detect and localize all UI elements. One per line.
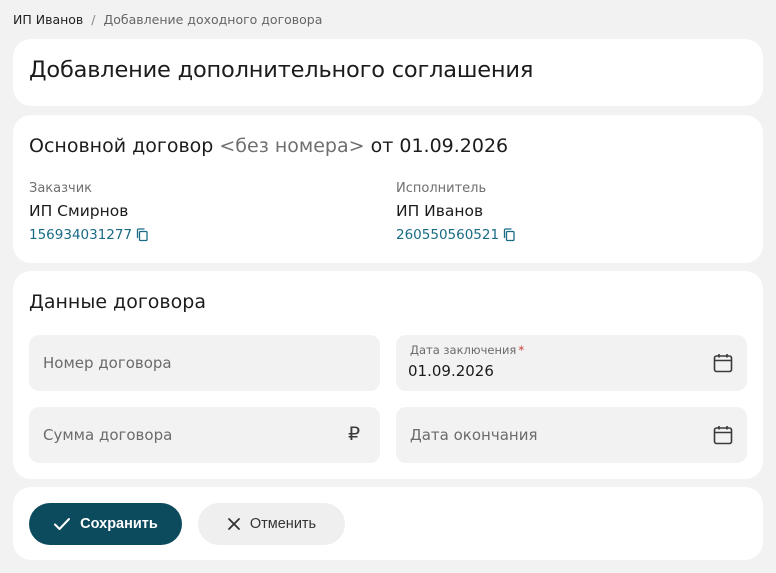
end-date-placeholder: Дата окончания [410, 426, 538, 444]
section-title: Данные договора [29, 291, 206, 313]
breadcrumb-separator: / [91, 12, 96, 27]
customer-inn[interactable]: 156934031277 [29, 227, 132, 243]
executor-inn-link[interactable]: 260550560521 [396, 227, 696, 243]
contract-number-placeholder: Номер договора [43, 354, 172, 372]
executor-inn[interactable]: 260550560521 [396, 227, 499, 243]
check-icon [53, 517, 71, 531]
conclusion-date-value: 01.09.2026 [408, 362, 494, 380]
main-contract-card: Основной договор <без номера> от 01.09.2… [13, 115, 763, 263]
cancel-button[interactable]: Отменить [198, 503, 345, 545]
contract-number-field[interactable]: Номер договора [29, 335, 380, 391]
main-contract-heading: Основной договор <без номера> от 01.09.2… [29, 135, 508, 157]
close-icon [227, 517, 241, 531]
calendar-icon[interactable] [711, 423, 735, 447]
breadcrumb: ИП Иванов / Добавление доходного договор… [13, 12, 322, 27]
contract-date-prefix: от [370, 135, 394, 157]
copy-icon[interactable] [136, 228, 149, 242]
executor-block: Исполнитель ИП Иванов 260550560521 [396, 181, 696, 243]
title-card: Добавление дополнительного соглашения [13, 39, 763, 106]
customer-block: Заказчик ИП Смирнов 156934031277 [29, 181, 329, 243]
contract-data-card: Данные договора Номер договора Дата закл… [13, 271, 763, 479]
cancel-button-label: Отменить [249, 516, 317, 532]
end-date-field[interactable]: Дата окончания [396, 407, 747, 463]
executor-label: Исполнитель [396, 181, 487, 196]
page-title: Добавление дополнительного соглашения [29, 57, 534, 83]
breadcrumb-current: Добавление доходного договора [103, 12, 323, 27]
customer-label: Заказчик [29, 181, 93, 196]
required-mark: * [518, 343, 525, 357]
contract-heading-prefix: Основной договор [29, 135, 214, 157]
copy-icon[interactable] [503, 228, 516, 242]
conclusion-date-label: Дата заключения * [410, 343, 525, 357]
actions-card: Сохранить Отменить [13, 487, 763, 560]
customer-inn-link[interactable]: 156934031277 [29, 227, 329, 243]
contract-number: <без номера> [219, 135, 365, 157]
contract-sum-field[interactable]: Сумма договора ₽ [29, 407, 380, 463]
breadcrumb-root-link[interactable]: ИП Иванов [13, 12, 83, 27]
contract-date: 01.09.2026 [399, 135, 509, 157]
conclusion-date-field[interactable]: Дата заключения * 01.09.2026 [396, 335, 747, 391]
save-button[interactable]: Сохранить [29, 503, 182, 545]
contract-sum-placeholder: Сумма договора [43, 426, 173, 444]
ruble-icon: ₽ [347, 423, 361, 445]
save-button-label: Сохранить [80, 516, 158, 532]
calendar-icon[interactable] [711, 351, 735, 375]
customer-name: ИП Смирнов [29, 202, 129, 220]
executor-name: ИП Иванов [396, 202, 484, 220]
